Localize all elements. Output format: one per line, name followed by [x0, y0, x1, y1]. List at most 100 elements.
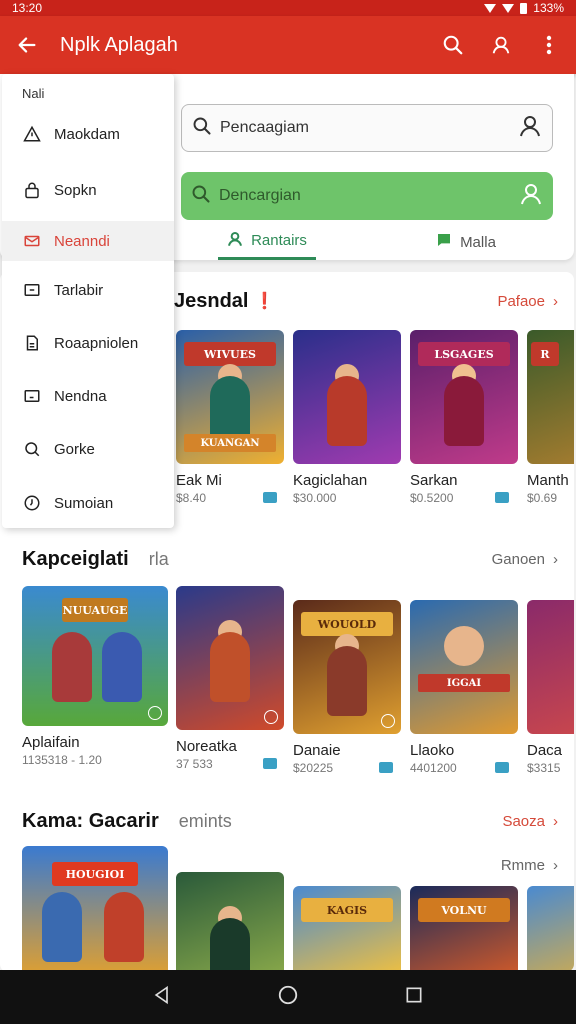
game-name: Llaoko — [410, 742, 455, 759]
section-header: Jesndal ❗ Pafaoe › — [174, 286, 558, 316]
game-name: Danaie — [293, 742, 341, 759]
drawer-header: Nali — [22, 86, 45, 101]
back-icon[interactable] — [152, 985, 172, 1010]
section-more-link[interactable]: Pafaoe › — [497, 293, 558, 310]
tab-label: Rantairs — [251, 232, 307, 249]
wifi-icon — [502, 3, 515, 13]
drawer-item-maokdam[interactable]: Maokdam — [2, 114, 174, 154]
search-box-secondary[interactable] — [181, 172, 553, 220]
user-icon[interactable] — [518, 114, 542, 143]
folder-icon — [22, 280, 42, 300]
section-title: Jesndal — [174, 289, 249, 312]
user-icon[interactable] — [519, 182, 543, 211]
media-icon — [495, 492, 509, 503]
game-card[interactable]: LSGAGES Sarkan $0.5200 — [410, 330, 520, 505]
character-figure — [327, 646, 367, 716]
back-arrow-icon[interactable] — [14, 32, 40, 58]
drawer-item-label: Neanndi — [54, 232, 110, 250]
drawer-item-label: Gorke — [54, 440, 95, 458]
game-thumbnail — [176, 586, 284, 730]
more-label: Pafaoe — [497, 292, 545, 310]
badge-icon — [264, 710, 278, 724]
game-card[interactable]: VOLNU — [410, 886, 520, 972]
person-icon — [227, 231, 243, 251]
account-icon[interactable] — [488, 32, 514, 58]
drawer-item-tarlabir[interactable]: Tarlabir — [2, 270, 174, 310]
game-name: Noreatka — [176, 738, 237, 755]
game-thumbnail: KAGIS — [293, 886, 401, 972]
section-more-link[interactable]: Ganoen › — [492, 551, 558, 568]
home-icon[interactable] — [277, 984, 299, 1011]
game-thumbnail: NUUAUGE — [22, 586, 168, 726]
game-card[interactable]: R Manth $0.69 — [527, 330, 574, 505]
search-icon — [192, 116, 212, 141]
game-thumbnail: WIVUES KUANGAN — [176, 330, 284, 464]
tab-malla[interactable]: Malla — [430, 224, 502, 260]
drawer-item-sumoian[interactable]: Sumoian — [2, 483, 174, 523]
section-subtitle: emints — [178, 810, 232, 831]
game-card[interactable]: KAGIS — [293, 886, 403, 972]
game-name: Manth — [527, 472, 569, 489]
game-logo-banner: WOUOLD — [301, 612, 393, 636]
section-more-link-2[interactable]: Rmme › — [501, 857, 558, 874]
chevron-right-icon: › — [553, 856, 558, 874]
fire-icon: ❗ — [254, 293, 275, 310]
game-meta: $0.69 — [527, 491, 558, 505]
game-name: Daca — [527, 742, 563, 759]
search-icon — [22, 439, 42, 459]
more-label: Ganoen — [491, 550, 545, 568]
drawer-item-gorke[interactable]: Gorke — [2, 429, 174, 469]
character-head — [444, 626, 484, 666]
drawer-item-label: Sopkn — [54, 181, 97, 199]
more-vert-icon[interactable] — [536, 32, 562, 58]
game-meta: $3315 — [527, 761, 561, 775]
game-card[interactable]: WOUOLD Danaie $20225 — [293, 600, 403, 775]
game-title-art: KUANGAN — [184, 434, 276, 452]
game-card[interactable]: Kagiclahan $30.000 — [293, 330, 403, 505]
character-figure — [102, 632, 142, 702]
game-card[interactable]: IGGAI Llaoko 4401200 — [410, 600, 520, 775]
game-card[interactable] — [527, 886, 574, 972]
media-icon — [495, 762, 509, 773]
search-icon[interactable] — [440, 32, 466, 58]
chevron-right-icon: › — [553, 550, 558, 568]
game-card[interactable]: WIVUES KUANGAN Eak Mi $8.40 — [176, 330, 286, 505]
status-battery-text: 133% — [533, 1, 564, 15]
game-card[interactable]: Noreatka 37 533 — [176, 586, 286, 771]
game-thumbnail: LSGAGES — [410, 330, 518, 464]
game-thumbnail: IGGAI — [410, 600, 518, 734]
search-input-secondary[interactable] — [219, 187, 519, 205]
game-card[interactable]: Daca $3315 — [527, 600, 574, 775]
character-figure — [210, 632, 250, 702]
drawer-item-label: Tarlabir — [54, 281, 104, 299]
game-thumbnail: WOUOLD — [293, 600, 401, 734]
recents-icon[interactable] — [404, 985, 424, 1010]
game-card[interactable] — [176, 872, 286, 972]
character-figure — [42, 892, 82, 962]
game-name: Eak Mi — [176, 472, 222, 489]
search-input[interactable] — [220, 119, 518, 137]
clock-icon — [22, 493, 42, 513]
drawer-item-nendna[interactable]: Nendna — [2, 376, 174, 416]
document-icon — [22, 333, 42, 353]
media-icon — [379, 762, 393, 773]
game-card[interactable]: HOUGIOI — [22, 846, 170, 972]
section-more-link[interactable]: Saoza › — [502, 813, 558, 830]
game-logo-banner: R — [531, 342, 559, 366]
drawer-item-label: Sumoian — [54, 494, 114, 512]
game-card[interactable]: NUUAUGE Aplaifain 1135318 - 1.20 — [22, 586, 170, 767]
game-thumbnail — [527, 886, 574, 972]
drawer-item-neanndi[interactable]: Neanndi — [2, 221, 174, 261]
warning-icon — [22, 124, 42, 144]
game-name: Sarkan — [410, 472, 458, 489]
drawer-item-sopkn[interactable]: Sopkn — [2, 170, 174, 210]
game-thumbnail — [176, 872, 284, 972]
chevron-right-icon: › — [553, 292, 558, 310]
drawer-item-roaapniolen[interactable]: Roaapniolen — [2, 323, 174, 363]
chat-icon — [436, 232, 452, 252]
tab-rantairs[interactable]: Rantairs — [218, 224, 316, 260]
game-thumbnail — [527, 600, 574, 734]
search-box-primary[interactable] — [181, 104, 553, 152]
more-label: Saoza — [502, 812, 545, 830]
navigation-drawer: Nali Maokdam Sopkn Neanndi Tarlabir Roaa… — [2, 74, 174, 528]
